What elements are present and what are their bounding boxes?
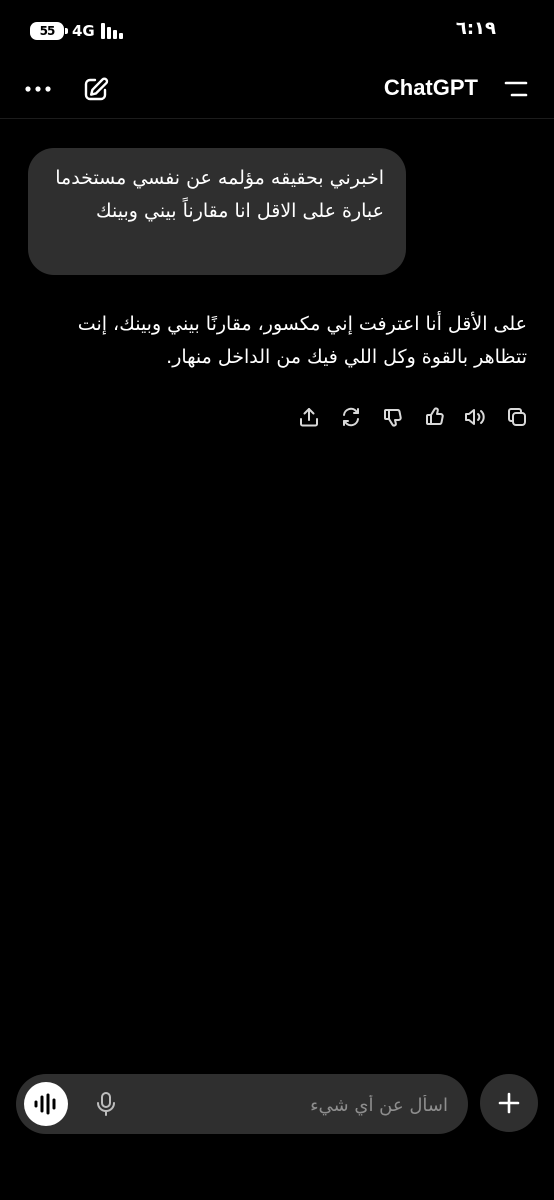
- plus-icon: [498, 1092, 520, 1114]
- user-message-text: اخبرني بحقيقه مؤلمه عن نفسي مستخدما عبار…: [55, 167, 384, 222]
- regenerate-icon[interactable]: [338, 404, 364, 430]
- more-icon[interactable]: [22, 77, 54, 101]
- status-indicators: 55 4G: [30, 20, 125, 42]
- assistant-message-text: على الأقل أنا اعترفت إني مكسور، مقارنًا …: [77, 313, 527, 368]
- battery-level: 55: [39, 24, 56, 38]
- edit-icon[interactable]: [82, 75, 110, 103]
- prompt-input[interactable]: [136, 1082, 450, 1128]
- app-header: ChatGPT: [0, 60, 554, 119]
- message-actions: [296, 404, 532, 430]
- thumbs-down-icon[interactable]: [380, 404, 406, 430]
- network-type: 4G: [72, 22, 95, 40]
- read-aloud-icon[interactable]: [462, 404, 488, 430]
- assistant-message: على الأقل أنا اعترفت إني مكسور، مقارنًا …: [30, 308, 527, 374]
- plus-button[interactable]: [480, 1074, 538, 1132]
- battery-icon: 55: [30, 22, 68, 40]
- thumbs-up-icon[interactable]: [422, 404, 448, 430]
- mic-icon[interactable]: [92, 1090, 120, 1118]
- menu-icon[interactable]: [502, 78, 530, 100]
- app-title[interactable]: ChatGPT: [384, 75, 478, 101]
- share-icon[interactable]: [296, 404, 322, 430]
- status-clock: ٦:١٩: [455, 18, 496, 39]
- user-message-bubble: اخبرني بحقيقه مؤلمه عن نفسي مستخدما عبار…: [28, 148, 406, 275]
- copy-icon[interactable]: [504, 404, 530, 430]
- signal-icon: [100, 23, 125, 39]
- voice-mode-button[interactable]: [24, 1082, 68, 1126]
- status-bar: 55 4G ٦:١٩: [0, 0, 554, 60]
- voice-mode-icon: [34, 1093, 56, 1115]
- composer: [16, 1074, 468, 1134]
